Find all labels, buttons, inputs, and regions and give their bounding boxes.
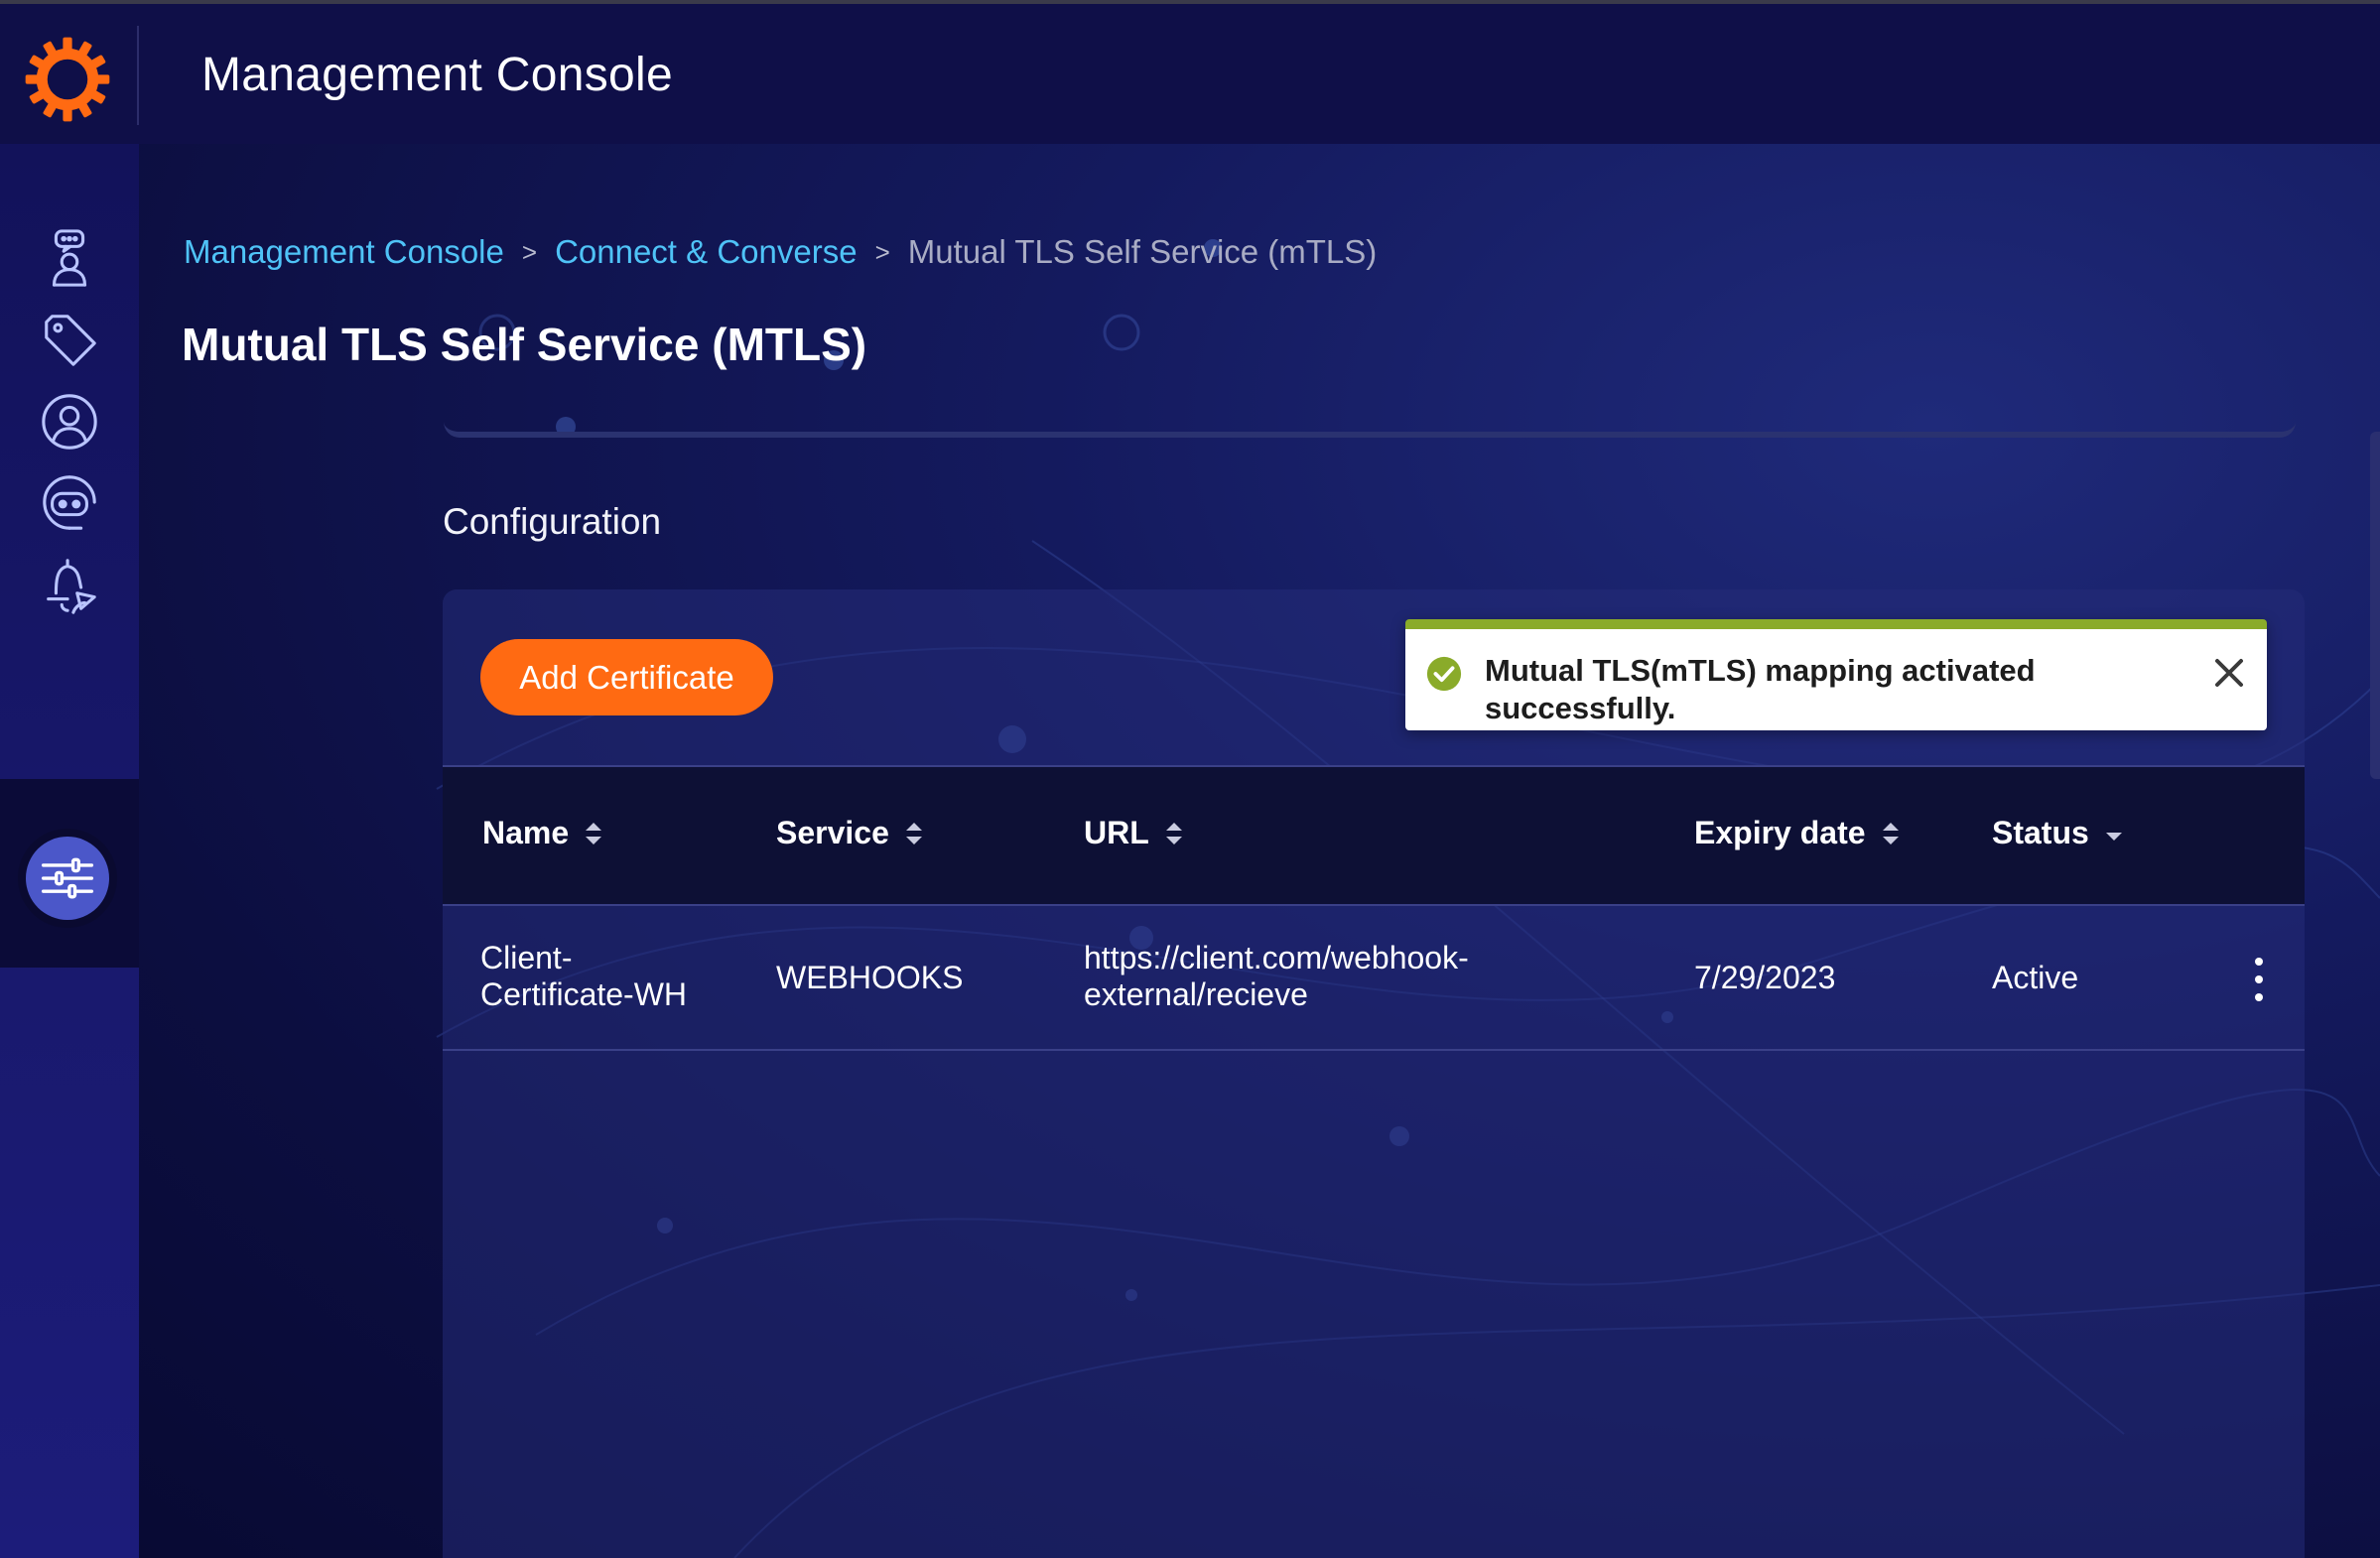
check-circle-icon (1426, 656, 1462, 692)
notification-bell-icon (47, 559, 96, 614)
page-scrollbar[interactable] (2370, 432, 2380, 779)
success-toast: Mutual TLS(mTLS) mapping activated succe… (1405, 619, 2267, 730)
sort-icon (586, 822, 602, 844)
app-title: Management Console (201, 49, 674, 101)
collapsed-card-edge (444, 416, 2296, 438)
close-icon[interactable] (2211, 655, 2247, 691)
configuration-card: Add Certificate Mutual TLS(mTLS) mapping… (443, 589, 2305, 1558)
breadcrumb: Management Console > Connect & Converse … (184, 233, 1377, 271)
user-profile-icon (42, 394, 97, 450)
top-bar: Management Console (0, 0, 2380, 144)
sort-descending-icon (2105, 832, 2122, 841)
side-navigation (0, 144, 139, 1558)
table-header: Name Service URL Expiry date Status (443, 765, 2305, 904)
sort-icon (1882, 822, 1899, 844)
column-label-service: Service (776, 815, 889, 850)
column-header-url[interactable]: URL (1084, 815, 1185, 851)
column-header-expiry-date[interactable]: Expiry date (1694, 815, 1902, 851)
cell-url: https://client.com/webhook-external/reci… (1084, 940, 1469, 1012)
sort-icon (1165, 822, 1182, 844)
cell-status: Active (1992, 960, 2079, 995)
nav-settings[interactable] (26, 837, 109, 920)
breadcrumb-current: Mutual TLS Self Service (mTLS) (907, 233, 1378, 270)
breadcrumb-separator: > (874, 236, 890, 267)
header-divider (137, 26, 139, 125)
column-header-status[interactable]: Status (1992, 815, 2125, 851)
cell-service: WEBHOOKS (776, 960, 964, 995)
gear-logo-icon[interactable] (22, 34, 113, 125)
cell-expiry-date: 7/29/2023 (1694, 960, 1836, 995)
column-label-url: URL (1084, 815, 1149, 850)
nav-agent-chat[interactable] (30, 218, 109, 298)
toast-message: Mutual TLS(mTLS) mapping activated succe… (1485, 653, 2036, 725)
nav-tags[interactable] (30, 300, 109, 379)
nav-notifications[interactable] (30, 546, 109, 625)
column-header-service[interactable]: Service (776, 815, 925, 851)
section-label-configuration: Configuration (443, 501, 662, 542)
breadcrumb-separator: > (521, 236, 538, 267)
row-actions-kebab-icon[interactable] (2247, 958, 2271, 1001)
column-header-name[interactable]: Name (482, 815, 604, 851)
tag-icon (45, 315, 96, 366)
bot-icon (43, 475, 96, 530)
app-root: Management Console Management Console > … (0, 0, 2380, 1558)
page-title: Mutual TLS Self Service (MTLS) (182, 319, 867, 370)
column-label-name: Name (482, 815, 570, 850)
column-label-expiry-date: Expiry date (1694, 815, 1866, 850)
breadcrumb-management-console[interactable]: Management Console (184, 233, 504, 271)
sort-icon (905, 822, 922, 844)
nav-profile[interactable] (30, 382, 109, 461)
cell-name: Client-Certificate-WH (480, 940, 688, 1012)
column-label-status: Status (1992, 815, 2089, 850)
agent-chat-icon (52, 229, 87, 287)
breadcrumb-connect-converse[interactable]: Connect & Converse (555, 233, 858, 271)
nav-bot[interactable] (30, 463, 109, 543)
add-certificate-button[interactable]: Add Certificate (480, 639, 773, 715)
table-row[interactable]: Client-Certificate-WH WEBHOOKS https://c… (443, 904, 2305, 1051)
settings-sliders-icon (41, 857, 94, 899)
